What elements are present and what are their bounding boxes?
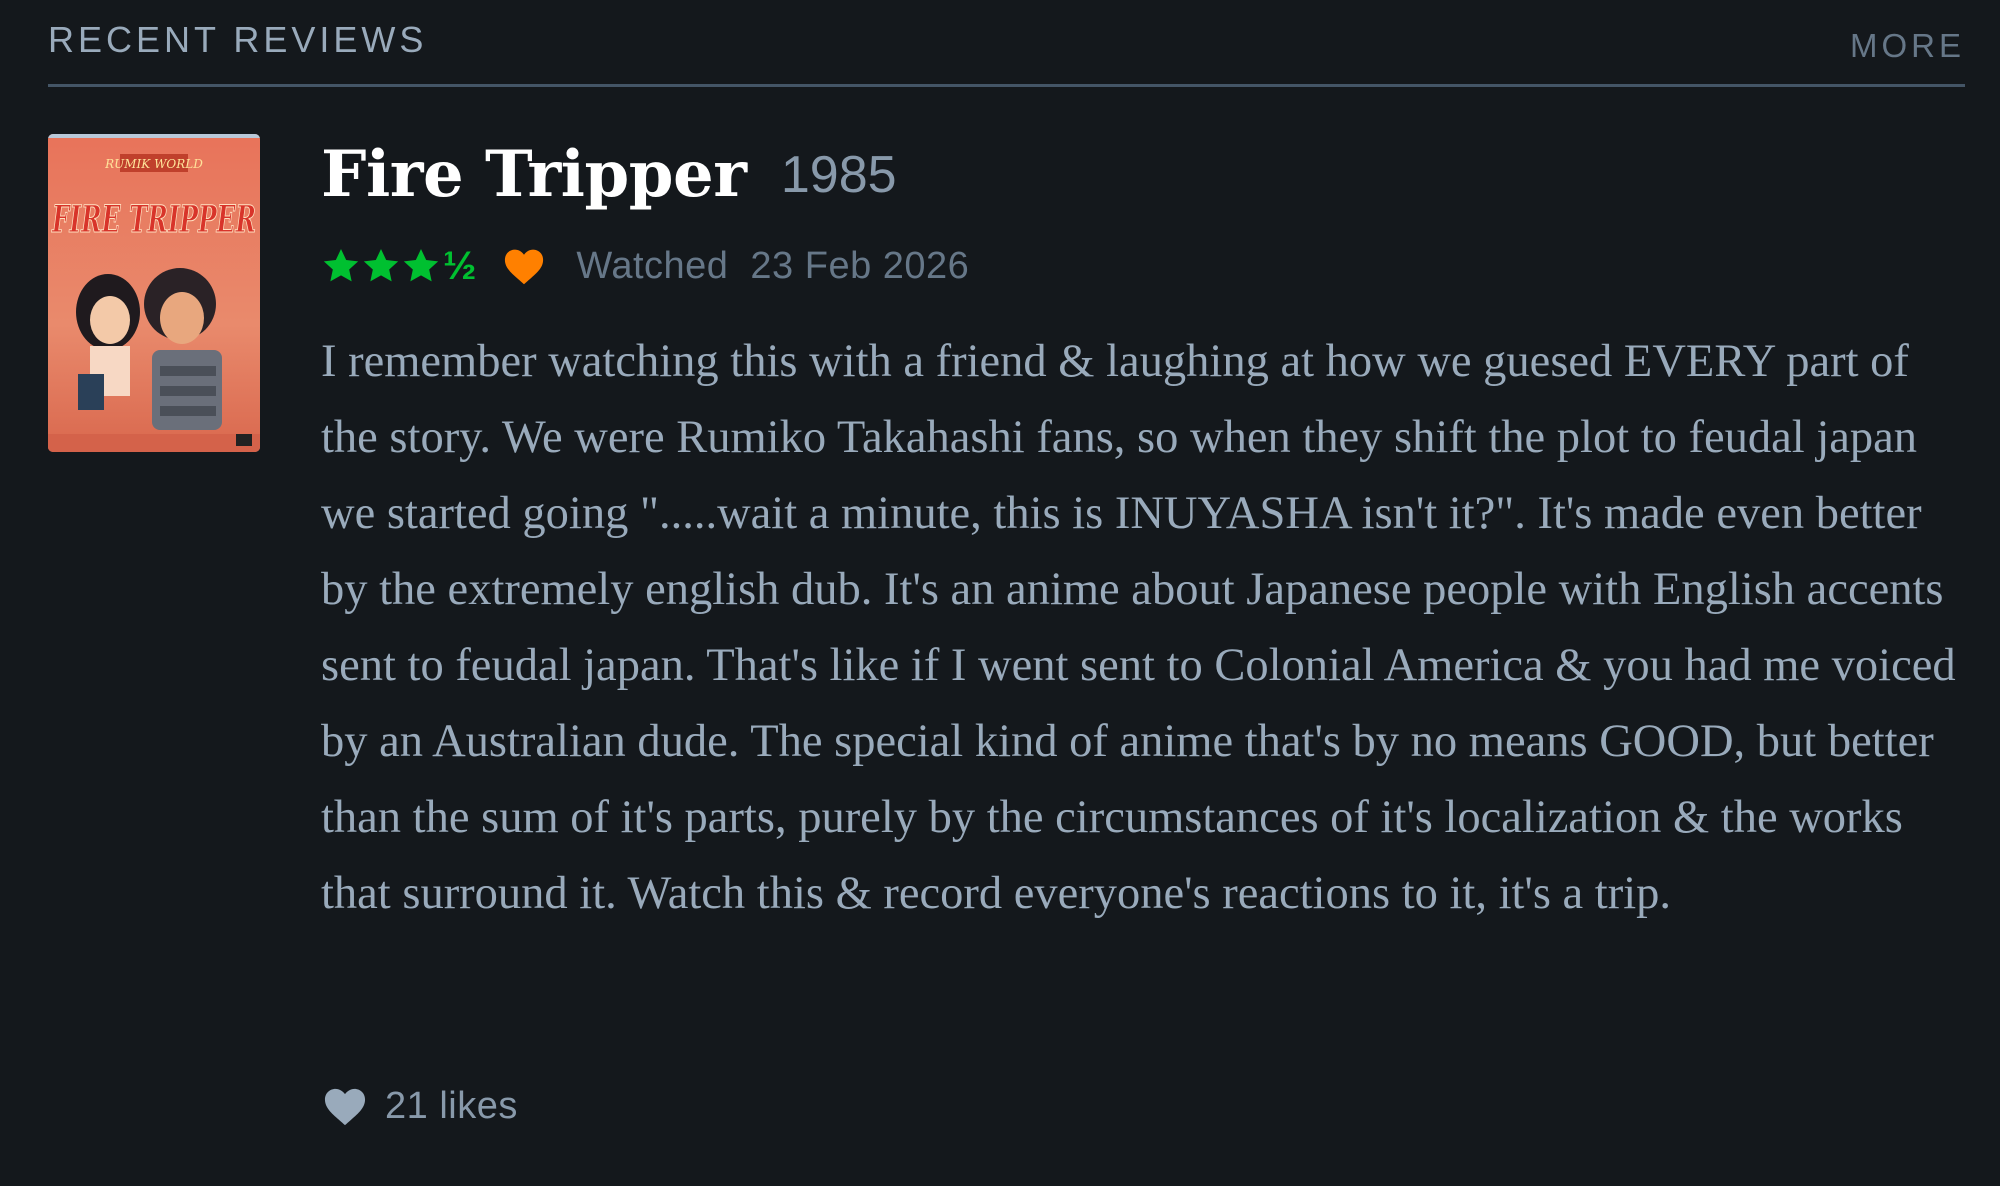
watched-label: Watched (576, 244, 729, 287)
review-attribution: ½ Watched 23 Feb 2026 (321, 238, 1965, 294)
review-body: I remember watching this with a friend &… (321, 336, 1956, 919)
svg-text:FIRE TRIPPER: FIRE TRIPPER (51, 197, 256, 241)
film-poster[interactable]: RUMIK WORLD FIRE TRIPPER (48, 134, 260, 452)
review-likes: 21 likes (321, 1078, 518, 1134)
star-icon (363, 249, 399, 282)
like-heart-icon[interactable] (321, 1085, 369, 1127)
half-star-icon: ½ (443, 244, 477, 288)
star-rating: ½ (321, 238, 476, 294)
watched-date[interactable]: 23 Feb 2026 (750, 245, 969, 288)
star-icon (403, 249, 439, 282)
svg-text:RUMIK WORLD: RUMIK WORLD (104, 157, 203, 171)
recent-reviews-header: RECENT REVIEWS MORE (48, 0, 1965, 87)
more-link[interactable]: MORE (1850, 25, 1965, 67)
film-poster-image: RUMIK WORLD FIRE TRIPPER (48, 134, 260, 452)
film-title[interactable]: Fire Tripper (321, 130, 747, 220)
liked-heart-icon (505, 249, 544, 285)
review-headline: Fire Tripper 1985 (321, 130, 1965, 220)
film-year[interactable]: 1985 (781, 130, 897, 220)
section-title: RECENT REVIEWS (48, 19, 428, 60)
star-icon (323, 249, 359, 282)
likes-count[interactable]: 21 likes (385, 1085, 518, 1128)
review-entry: Fire Tripper 1985 ½ Watched 23 Feb 2026 … (321, 130, 1965, 932)
